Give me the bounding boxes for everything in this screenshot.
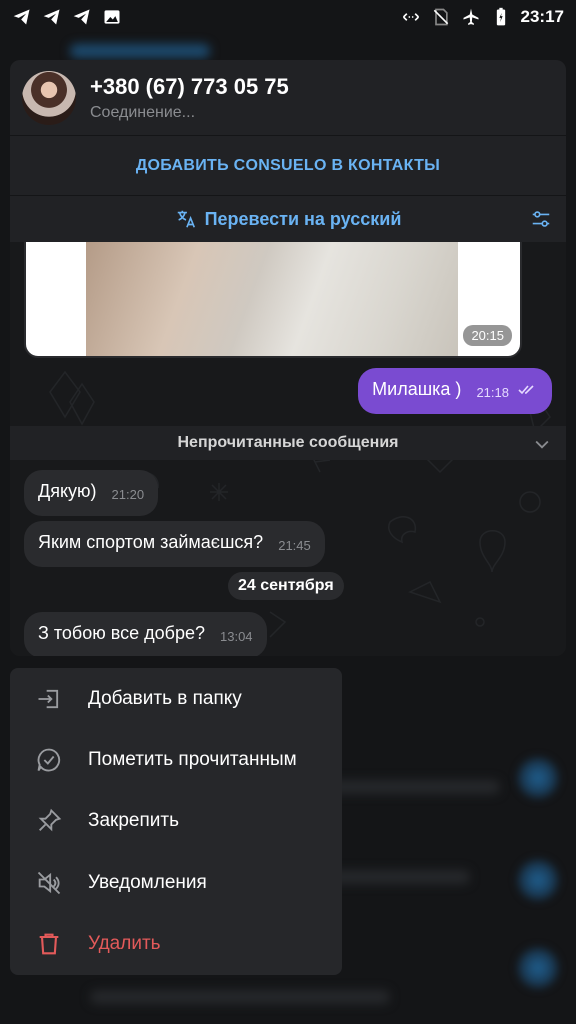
status-bar: 23:17: [0, 0, 576, 34]
incoming-message[interactable]: Яким спортом займаєшся? 21:45: [24, 521, 325, 567]
message-time: 20:15: [463, 325, 512, 346]
chat-header[interactable]: +380 (67) 773 05 75 Соединение...: [10, 60, 566, 136]
folder-add-icon: [34, 684, 64, 714]
airplane-icon: [463, 8, 479, 25]
chat-preview[interactable]: +380 (67) 773 05 75 Соединение... ДОБАВИ…: [10, 60, 566, 656]
unread-label: Непрочитанные сообщения: [177, 434, 399, 451]
message-time: 13:04: [220, 629, 253, 644]
message-text: З тобою все добре?: [38, 623, 205, 643]
add-contact-button[interactable]: ДОБАВИТЬ CONSUELO В КОНТАКТЫ: [10, 136, 566, 196]
menu-item-label: Уведомления: [88, 871, 207, 893]
message-area[interactable]: 20:15 Милашка ) 21:18 Непрочитанные сооб…: [10, 242, 566, 656]
trash-icon: [34, 929, 64, 959]
outgoing-message[interactable]: Милашка ) 21:18: [358, 368, 552, 414]
background-text: [90, 990, 390, 1004]
message-text: Яким спортом займаєшся?: [38, 532, 264, 552]
menu-item-label: Удалить: [88, 933, 161, 955]
incoming-message[interactable]: Дякую) 21:20: [24, 470, 159, 516]
battery-icon: [496, 7, 505, 26]
settings-sliders-icon[interactable]: [530, 208, 552, 235]
background-avatar: [516, 946, 560, 990]
avatar: [22, 70, 76, 125]
mark-read-icon: [34, 745, 64, 775]
context-menu: Добавить в папку Пометить прочитанным За…: [10, 668, 342, 975]
menu-item-mark-read[interactable]: Пометить прочитанным: [10, 729, 342, 790]
no-sim-icon: [433, 8, 448, 26]
unread-messages-divider: Непрочитанные сообщения: [10, 426, 566, 460]
telegram-icon: [43, 9, 60, 25]
double-check-icon: [518, 385, 534, 395]
translate-bar[interactable]: Перевести на русский: [10, 196, 566, 242]
translate-icon: [175, 208, 197, 230]
image-icon: [104, 10, 120, 24]
message-text: Дякую): [38, 481, 97, 501]
pin-icon: [34, 806, 64, 836]
date-separator: 24 сентября: [228, 572, 344, 600]
connection-status: Соединение...: [90, 103, 196, 121]
telegram-icon: [73, 9, 90, 25]
telegram-icon: [13, 9, 30, 25]
menu-item-label: Пометить прочитанным: [88, 749, 297, 771]
photo[interactable]: [86, 242, 458, 356]
mute-icon: [34, 868, 64, 898]
background-text: [70, 44, 210, 58]
photo-message[interactable]: 20:15: [24, 242, 522, 358]
menu-item-delete[interactable]: Удалить: [10, 914, 342, 975]
data-arrows-icon: [402, 13, 419, 21]
background-avatar: [516, 858, 560, 902]
message-text: Милашка ): [372, 379, 462, 399]
menu-item-add-to-folder[interactable]: Добавить в папку: [10, 668, 342, 729]
chevron-down-icon[interactable]: [532, 434, 552, 454]
menu-item-label: Закрепить: [88, 810, 179, 832]
incoming-message[interactable]: З тобою все добре? 13:04: [24, 612, 267, 656]
message-time: 21:18: [476, 385, 509, 400]
contact-name: +380 (67) 773 05 75: [90, 73, 289, 99]
translate-label: Перевести на русский: [204, 208, 402, 229]
message-time: 21:45: [278, 538, 311, 553]
background-avatar: [516, 756, 560, 800]
message-time: 21:20: [111, 487, 145, 502]
clock: 23:17: [520, 7, 564, 26]
menu-item-pin[interactable]: Закрепить: [10, 791, 342, 852]
menu-item-notifications[interactable]: Уведомления: [10, 852, 342, 913]
menu-item-label: Добавить в папку: [88, 687, 242, 709]
